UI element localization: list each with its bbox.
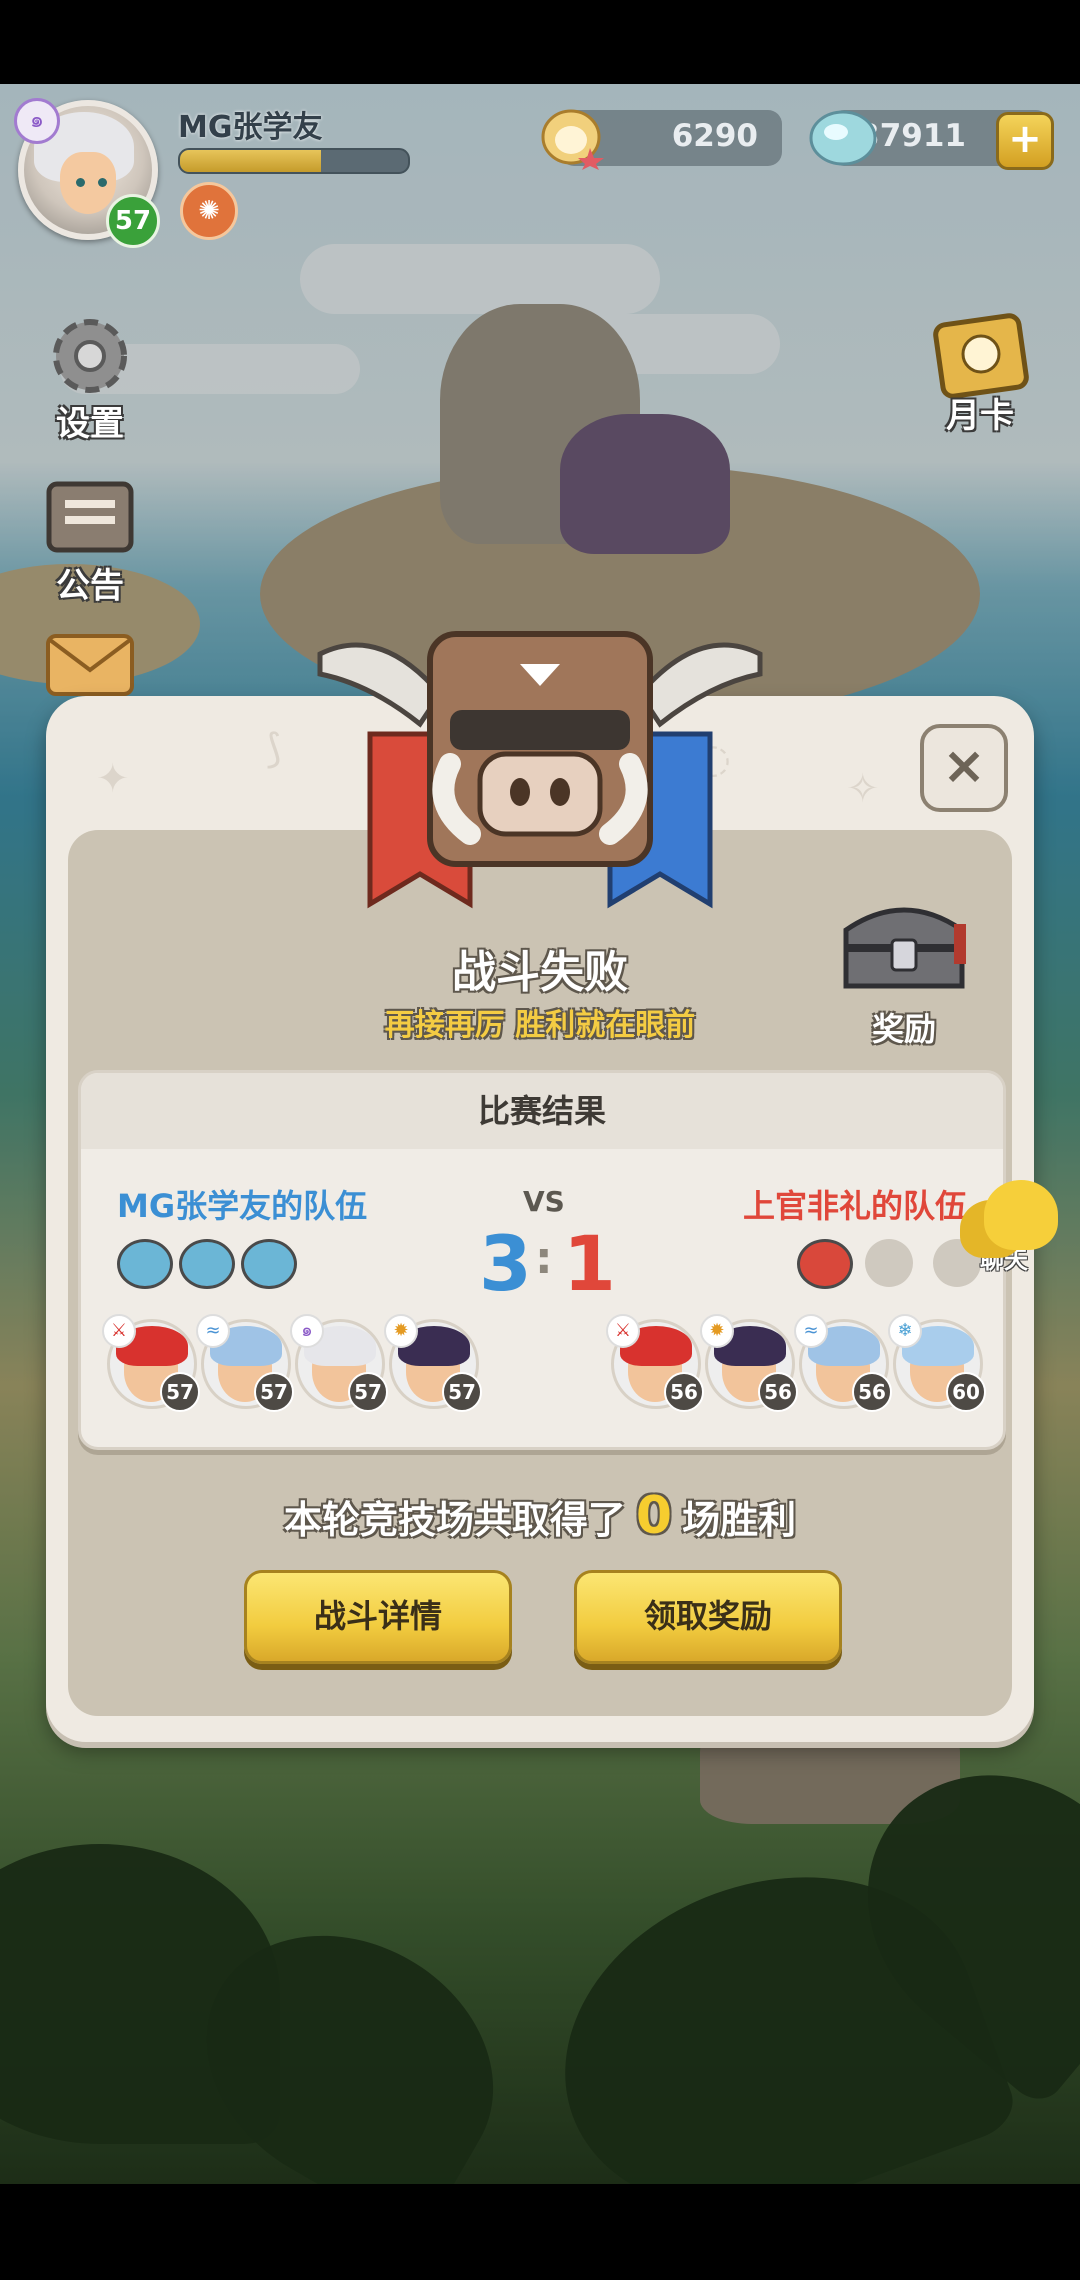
boar-emblem-icon <box>317 631 763 909</box>
chat-bubble-icon <box>984 1180 1058 1250</box>
notice-button[interactable]: 公告 <box>30 470 150 607</box>
spiral-icon: ๑ <box>290 1314 324 1348</box>
fire-icon: ✹ <box>384 1314 418 1348</box>
score-separator: : <box>535 1233 553 1284</box>
player-avatar[interactable]: ๑ 57 <box>14 98 160 248</box>
hero-level-badge: 56 <box>758 1372 798 1412</box>
water-icon: ≈ <box>794 1314 828 1348</box>
shell-coin-icon <box>541 109 604 170</box>
hero-portrait: ⚔ 56 <box>606 1314 704 1412</box>
knight-icon: ⚔ <box>606 1314 640 1348</box>
claim-reward-button[interactable]: 领取奖励 <box>574 1570 842 1664</box>
right-team-score: 1 <box>563 1219 616 1308</box>
round-win-icon <box>241 1239 297 1289</box>
hero-level-badge: 60 <box>946 1372 986 1412</box>
hero-portrait: ✹ 56 <box>700 1314 798 1412</box>
chat-button[interactable]: 聊天 <box>944 1180 1064 1275</box>
settings-button[interactable]: 设置 <box>30 306 150 445</box>
left-team-name: MG张学友的队伍 <box>117 1187 368 1225</box>
hero-level-badge: 56 <box>852 1372 892 1412</box>
hero-level-badge: 57 <box>254 1372 294 1412</box>
hero-portrait: ≈56 <box>794 1314 892 1412</box>
close-button[interactable]: × <box>920 724 1008 812</box>
left-team-score: 3 <box>479 1219 532 1308</box>
monthly-card-button[interactable]: 月卡 <box>920 312 1040 437</box>
player-name: MG张学友 <box>178 110 323 145</box>
round-win-icon <box>797 1239 853 1289</box>
right-team-name: 上官非礼的队伍 <box>742 1187 967 1225</box>
xp-bar <box>178 148 410 174</box>
spiral-icon: ๑ <box>14 98 60 144</box>
notice-label: 公告 <box>56 566 124 606</box>
vs-label: VS <box>523 1185 565 1218</box>
summary-prefix: 本轮竞技场共取得了 <box>283 1498 626 1542</box>
gear-icon <box>53 319 127 393</box>
gem-icon <box>809 110 877 166</box>
add-gems-button[interactable]: + <box>996 112 1054 170</box>
match-result-card: 比赛结果 MG张学友的队伍 上官非礼的队伍 VS 3 : 1 ⚔ 57 ≈57 ๑ 57… <box>78 1070 1006 1450</box>
reward-chest[interactable]: 奖励 <box>834 890 974 1050</box>
player-level-badge: 57 <box>106 194 160 248</box>
hero-level-badge: 57 <box>442 1372 482 1412</box>
knight-icon: ⚔ <box>102 1314 136 1348</box>
hero-level-badge: 57 <box>160 1372 200 1412</box>
arena-summary: 本轮竞技场共取得了 0 场胜利 <box>0 1486 1080 1546</box>
coin-value: 6290 <box>671 118 758 154</box>
round-empty-icon <box>865 1239 913 1287</box>
hero-portrait: ≈57 <box>196 1314 294 1412</box>
water-icon: ≈ <box>196 1314 230 1348</box>
summary-suffix: 场胜利 <box>682 1498 797 1542</box>
hero-portrait: ✹ 57 <box>384 1314 482 1412</box>
guild-icon[interactable]: ✺ <box>180 182 238 240</box>
battle-details-button[interactable]: 战斗详情 <box>244 1570 512 1664</box>
treasure-chest-icon <box>843 907 966 989</box>
hero-level-badge: 56 <box>664 1372 704 1412</box>
hero-portrait: ๑ 57 <box>290 1314 388 1412</box>
mail-button[interactable] <box>30 630 150 704</box>
match-result-header: 比赛结果 <box>81 1073 1003 1149</box>
hero-level-badge: 57 <box>348 1372 388 1412</box>
hero-portrait: ❄ 60 <box>888 1314 986 1412</box>
hero-portrait: ⚔ 57 <box>102 1314 200 1412</box>
envelope-icon <box>46 634 134 696</box>
notice-board-icon <box>46 481 134 553</box>
fire-icon: ✹ <box>700 1314 734 1348</box>
round-win-icon <box>117 1239 173 1289</box>
summary-win-count: 0 <box>635 1486 673 1546</box>
ice-icon: ❄ <box>888 1314 922 1348</box>
round-win-icon <box>179 1239 235 1289</box>
reward-label: 奖励 <box>871 1010 936 1048</box>
